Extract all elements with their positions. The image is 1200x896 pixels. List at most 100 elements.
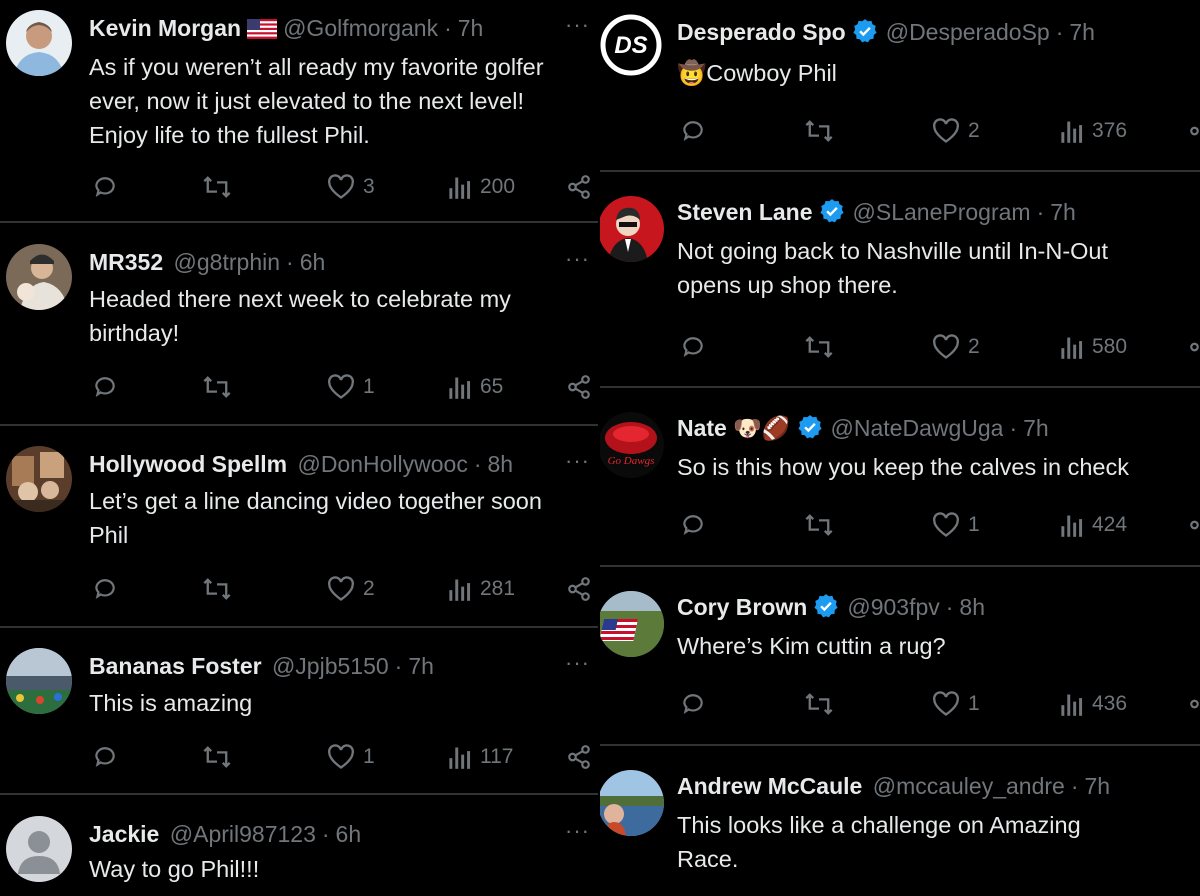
repost-button[interactable]	[804, 330, 834, 364]
avatar[interactable]	[6, 244, 72, 310]
display-name[interactable]: Steven Lane	[677, 196, 813, 228]
views-button[interactable]: 436	[1060, 687, 1127, 721]
timestamp[interactable]: 7h	[1050, 199, 1076, 225]
user-handle[interactable]: @903fpv	[847, 591, 939, 623]
display-name[interactable]: Cory Brown	[677, 591, 807, 623]
repost-button[interactable]	[804, 508, 834, 542]
user-handle[interactable]: @mccauley_andre	[873, 770, 1065, 802]
display-name[interactable]: Kevin Morgan	[89, 12, 241, 44]
timestamp[interactable]: 7h	[408, 653, 434, 679]
more-options-icon[interactable]: ···	[565, 246, 590, 272]
timestamp[interactable]: 8h	[488, 451, 514, 477]
share-button[interactable]	[1188, 508, 1200, 542]
user-handle[interactable]: @SLaneProgram	[853, 196, 1031, 228]
like-button[interactable]: 1	[327, 370, 375, 404]
user-handle[interactable]: @DonHollywooc	[297, 448, 467, 480]
user-handle[interactable]: @DesperadoSp	[886, 16, 1050, 48]
repost-button[interactable]	[804, 114, 834, 148]
views-button[interactable]: 65	[448, 370, 503, 404]
more-options-icon[interactable]: ···	[565, 818, 590, 844]
share-button[interactable]	[1188, 114, 1200, 148]
views-button[interactable]: 424	[1060, 508, 1127, 542]
timestamp[interactable]: 6h	[300, 249, 326, 275]
share-button[interactable]	[566, 170, 592, 204]
share-button[interactable]	[1188, 330, 1200, 364]
reply-tweet[interactable]: Steven Lane @SLaneProgram · 7h Not going ba…	[600, 194, 1200, 374]
user-handle[interactable]: @Golfmorgank	[283, 12, 438, 44]
user-handle[interactable]: @April987123	[170, 818, 316, 850]
reply-button[interactable]	[680, 114, 706, 148]
like-button[interactable]: 1	[932, 508, 980, 542]
like-button[interactable]: 2	[327, 572, 375, 606]
display-name[interactable]: Jackie	[89, 818, 159, 850]
avatar[interactable]	[6, 10, 72, 76]
timestamp[interactable]: 7h	[1023, 415, 1049, 441]
display-name[interactable]: Nate	[677, 412, 727, 444]
repost-button[interactable]	[202, 740, 232, 774]
like-button[interactable]: 2	[932, 330, 980, 364]
reply-tweet[interactable]: Hollywood Spellm @DonHollywooc · 8h ··· Le…	[0, 444, 598, 624]
views-chart-icon	[449, 579, 471, 601]
avatar[interactable]	[6, 446, 72, 512]
views-button[interactable]: 200	[448, 170, 515, 204]
reply-tweet[interactable]: DS Desperado Spo @DesperadoSp·7h · 🤠Cowbo…	[600, 12, 1200, 164]
like-button[interactable]: 1	[327, 740, 375, 774]
reply-button[interactable]	[680, 508, 706, 542]
reply-button[interactable]	[92, 572, 118, 606]
avatar[interactable]	[600, 591, 664, 657]
views-button[interactable]: 281	[448, 572, 515, 606]
user-handle[interactable]: @NateDawgUga	[831, 412, 1004, 444]
timestamp[interactable]: 8h	[959, 594, 985, 620]
display-name[interactable]: Hollywood Spellm	[89, 448, 287, 480]
display-name[interactable]: Andrew McCaule	[677, 770, 862, 802]
display-name[interactable]: MR352	[89, 246, 163, 278]
views-button[interactable]: 580	[1060, 330, 1127, 364]
repost-button[interactable]	[804, 687, 834, 721]
reply-button[interactable]	[92, 740, 118, 774]
repost-button[interactable]	[202, 170, 232, 204]
user-handle[interactable]: @Jpjb5150	[272, 650, 389, 682]
avatar[interactable]	[6, 816, 72, 882]
reply-button[interactable]	[680, 687, 706, 721]
avatar[interactable]: Go Dawgs	[600, 412, 664, 478]
view-count: 376	[1092, 119, 1128, 142]
reply-tweet[interactable]: Jackie @April987123 · 6h ··· Way to go Phi…	[0, 814, 598, 896]
views-button[interactable]: 376	[1060, 114, 1127, 148]
reply-button[interactable]	[680, 330, 706, 364]
reply-tweet[interactable]: Andrew McCaule @mccauley_andre · 7h This l…	[600, 768, 1200, 896]
more-options-icon[interactable]: ···	[565, 12, 590, 38]
avatar[interactable]: DS	[600, 12, 664, 78]
display-name[interactable]: Bananas Foster	[89, 650, 262, 682]
display-name[interactable]: Desperado Spo	[677, 16, 846, 48]
tweet-header: Andrew McCaule @mccauley_andre · 7h	[677, 770, 1200, 802]
separator-dot: ·	[444, 15, 452, 41]
reply-button[interactable]	[92, 370, 118, 404]
repost-button[interactable]	[202, 370, 232, 404]
share-button[interactable]	[566, 740, 592, 774]
views-button[interactable]: 117	[448, 740, 513, 774]
share-button[interactable]	[566, 572, 592, 606]
timestamp[interactable]: 7h	[1069, 19, 1095, 45]
share-button[interactable]	[566, 370, 592, 404]
reply-button[interactable]	[92, 170, 118, 204]
reply-tweet[interactable]: Bananas Foster @Jpjb5150 · 7h ··· This is …	[0, 646, 598, 791]
like-button[interactable]: 1	[932, 687, 980, 721]
repost-button[interactable]	[202, 572, 232, 606]
tweet-text-line: Let’s get a line dancing video together …	[89, 488, 542, 514]
avatar[interactable]	[6, 648, 72, 714]
timestamp[interactable]: 6h	[336, 821, 362, 847]
more-options-icon[interactable]: ···	[565, 650, 590, 676]
more-options-icon[interactable]: ···	[565, 448, 590, 474]
reply-tweet[interactable]: Kevin Morgan @Golfmorgank · 7h ··· As if yo…	[0, 8, 598, 218]
user-handle[interactable]: @g8trphin	[174, 246, 280, 278]
avatar[interactable]	[600, 770, 664, 836]
timestamp[interactable]: 7h	[458, 15, 484, 41]
timestamp[interactable]: 7h	[1085, 773, 1111, 799]
share-button[interactable]	[1188, 687, 1200, 721]
reply-tweet[interactable]: Go Dawgs Nate 🐶🏈 @NateDawgUga · 7h So is th…	[600, 410, 1200, 560]
reply-tweet[interactable]: Cory Brown @903fpv · 8h Where’s Kim cuttin …	[600, 589, 1200, 739]
avatar[interactable]	[600, 196, 664, 262]
like-button[interactable]: 3	[327, 170, 375, 204]
reply-tweet[interactable]: MR352 @g8trphin · 6h ··· Headed there next…	[0, 242, 598, 422]
like-button[interactable]: 2	[932, 114, 980, 148]
